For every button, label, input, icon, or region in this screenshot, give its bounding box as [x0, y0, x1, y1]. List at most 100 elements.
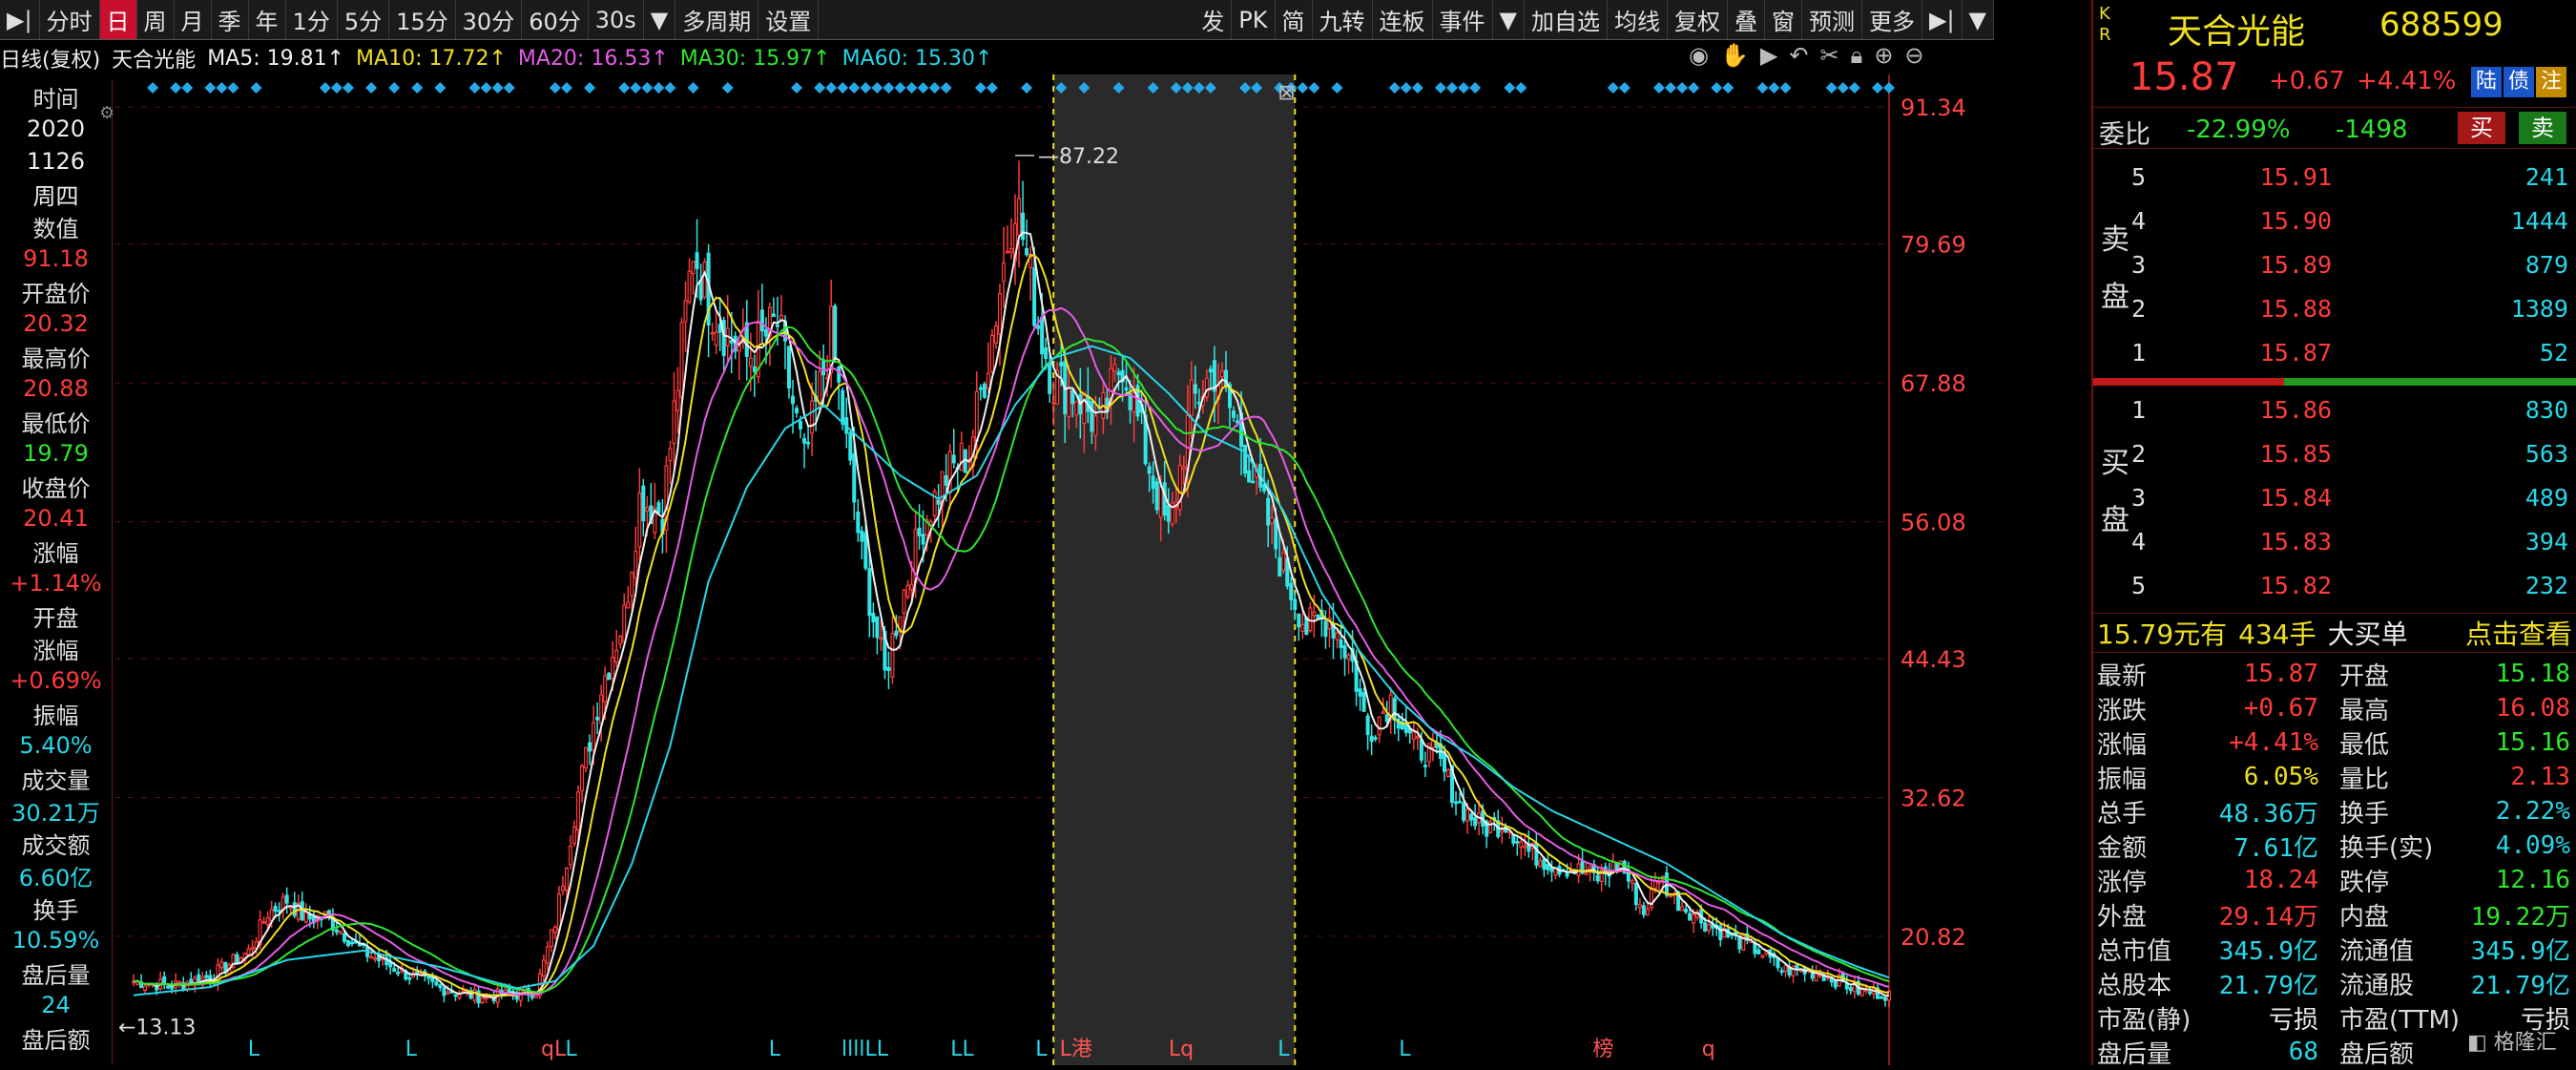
stock-tag[interactable]: 陆: [2471, 67, 2502, 97]
stock-tag[interactable]: 债: [2503, 67, 2534, 97]
lock-icon[interactable]: 🔒︎: [1851, 42, 1863, 69]
period-tab[interactable]: 周: [137, 0, 175, 39]
zoom-out-icon[interactable]: ⊖: [1904, 42, 1923, 69]
toolbar-pin-icon[interactable]: ▶|: [0, 0, 40, 39]
period-tab[interactable]: 30分: [456, 0, 523, 39]
candle-body: [533, 995, 538, 998]
cursor-info-row: 24: [41, 992, 71, 1018]
period-tab[interactable]: 设置: [758, 0, 820, 39]
sell-button[interactable]: 卖: [2519, 112, 2566, 144]
settings-gear-icon[interactable]: ⚙: [99, 103, 114, 123]
candle-body: [737, 346, 741, 352]
candle-body: [592, 722, 596, 751]
candle-body: [204, 975, 209, 978]
period-tab[interactable]: 年: [249, 0, 286, 39]
expand-panel-icon[interactable]: ▶|: [1922, 0, 1963, 39]
toolbar-action[interactable]: 叠: [1728, 0, 1765, 39]
candle-body: [894, 630, 899, 637]
candle-body: [1008, 248, 1014, 253]
toolbar-action[interactable]: 预测: [1802, 0, 1862, 39]
quote-stat-value: 345.9亿: [2470, 936, 2570, 966]
order-book-row[interactable]: 3 15.84 489: [2131, 475, 2576, 519]
cursor-info-row: +1.14%: [10, 570, 102, 597]
period-tab[interactable]: 1分: [286, 0, 338, 39]
play-icon[interactable]: ▶: [1760, 42, 1777, 69]
candle-body: [687, 270, 692, 303]
stock-code: 688599: [2379, 6, 2503, 44]
candle-body: [584, 746, 589, 769]
toolbar-action[interactable]: 更多: [1862, 0, 1922, 39]
order-book-row[interactable]: 2 15.88 1389: [2131, 286, 2576, 330]
candle-body: [246, 948, 251, 955]
candle-body: [595, 716, 600, 721]
period-tab[interactable]: 15分: [389, 0, 456, 39]
order-book-row[interactable]: 3 15.89 879: [2131, 242, 2576, 286]
candle-body: [1270, 516, 1275, 524]
toolbar-action[interactable]: 窗: [1765, 0, 1802, 39]
period-tab[interactable]: 季: [212, 0, 249, 39]
collapse-menu-icon[interactable]: ▼: [1963, 0, 1994, 39]
period-tab[interactable]: 60分: [522, 0, 589, 39]
order-book-row[interactable]: 1 15.87 52: [2131, 330, 2576, 374]
period-tab[interactable]: 5分: [338, 0, 390, 39]
signal-marker: L: [1278, 1038, 1290, 1061]
order-book-row[interactable]: 2 15.85 563: [2131, 431, 2576, 475]
period-tab[interactable]: 日: [99, 0, 137, 39]
stock-tag[interactable]: 注: [2536, 67, 2566, 97]
close-range-icon[interactable]: ⊠: [1278, 81, 1295, 105]
period-tab[interactable]: 多周期: [675, 0, 759, 39]
toolbar-action[interactable]: 事件: [1433, 0, 1493, 39]
period-tab[interactable]: 30s: [589, 0, 644, 39]
quote-stat: 内盘 19.22万: [2339, 897, 2570, 932]
candle-body: [856, 511, 861, 534]
candle-body: [863, 532, 868, 569]
candle-body: [799, 421, 803, 430]
undo-icon[interactable]: ↶: [1789, 42, 1808, 69]
order-book-row[interactable]: 5 15.91 241: [2131, 155, 2576, 199]
toolbar-action[interactable]: 加自选: [1525, 0, 1608, 39]
toolbar-action[interactable]: ▼: [1493, 0, 1525, 39]
period-tab[interactable]: 月: [175, 0, 212, 39]
toolbar-action[interactable]: 发: [1195, 0, 1233, 39]
eye-icon[interactable]: ◉: [1689, 42, 1709, 69]
quote-stat: 外盘 29.14万: [2097, 897, 2318, 932]
event-marker: [1297, 82, 1309, 94]
toolbar-action[interactable]: 九转: [1313, 0, 1373, 39]
order-book-row[interactable]: 4 15.90 1444: [2131, 199, 2576, 242]
candle-body: [1181, 466, 1186, 470]
view-big-orders-link[interactable]: 点击查看: [2465, 614, 2576, 652]
period-tab[interactable]: 分时: [40, 0, 100, 39]
kline-chart[interactable]: 91.34 79.69 67.88 56.08 44.43 32.62 20.82 —87.2…: [114, 74, 1994, 1065]
candle-body: [588, 742, 592, 752]
toolbar-actions: 发 PK 简九转 连板 事件 ▼ 加自选 均线 复权叠窗预测 更多: [1195, 0, 1922, 39]
order-book-price: 15.91: [2259, 162, 2332, 191]
scissors-icon[interactable]: ✂: [1819, 42, 1839, 69]
candle-body: [1300, 623, 1305, 632]
toolbar-action[interactable]: 简: [1276, 0, 1313, 39]
hand-icon[interactable]: ✋: [1720, 42, 1749, 69]
candle-body: [545, 946, 550, 964]
candle-body: [576, 791, 581, 830]
period-tab[interactable]: ▼: [644, 0, 676, 39]
candle-body: [611, 657, 615, 680]
cursor-info-row: 成交量: [21, 766, 91, 794]
cursor-info-row: 周四: [32, 182, 79, 210]
order-book-row[interactable]: 4 15.83 394: [2131, 519, 2576, 563]
order-book-row[interactable]: 1 15.86 830: [2131, 388, 2576, 431]
candle-body: [1048, 363, 1052, 394]
buy-button[interactable]: 买: [2458, 112, 2505, 144]
toolbar-action[interactable]: 均线: [1608, 0, 1668, 39]
candle-body: [1779, 970, 1784, 974]
toolbar-action[interactable]: PK: [1232, 0, 1276, 39]
candle-body: [480, 997, 485, 1003]
toolbar-action[interactable]: 复权: [1668, 0, 1728, 39]
order-book-row[interactable]: 5 15.82 232: [2131, 563, 2576, 607]
cursor-info-row: 6.60亿: [18, 864, 93, 892]
period-label[interactable]: 日线(复权): [0, 43, 100, 73]
candle-body: [580, 765, 585, 792]
ma10-label: MA10: 17.72↑: [356, 46, 507, 71]
zoom-in-icon[interactable]: ⊕: [1874, 42, 1893, 69]
event-marker: [1768, 82, 1780, 94]
toolbar-action[interactable]: 连板: [1373, 0, 1433, 39]
candle-body: [358, 943, 363, 947]
